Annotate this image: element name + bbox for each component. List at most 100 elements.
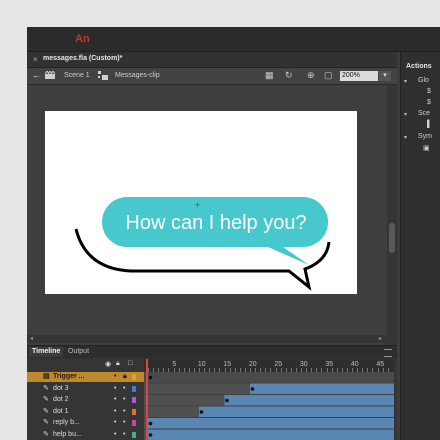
speech-bubble[interactable]: How can I help you? + (45, 111, 357, 294)
visibility-dot-icon[interactable]: • (114, 372, 116, 382)
stage-area: How can I help you? + (27, 85, 397, 365)
visibility-dot-icon[interactable]: • (114, 407, 116, 417)
pen-icon: ✎ (43, 384, 49, 392)
visibility-dot-icon[interactable]: • (114, 395, 116, 405)
ruler-label: 25 (274, 361, 283, 368)
layer-name[interactable]: Trigger ... (53, 372, 85, 382)
animate-window: An × messages.fla (Custom)* ← Scene 1 Me… (27, 27, 440, 440)
zoom-field[interactable]: 200% (340, 71, 378, 81)
edit-bar: ← Scene 1 Messages-clip ▦ ↻ ⊕ ▢ 200% ▾ (27, 68, 397, 85)
layer-row[interactable]: ▤ Trigger ... • 🔒︎ (27, 372, 144, 382)
timeline-tabs: Timeline Output (27, 346, 397, 358)
tween-span (250, 383, 394, 394)
stage-horizontal-scrollbar[interactable]: ◂ ▸ (27, 335, 387, 343)
actions-panel-title[interactable]: Actions (406, 63, 432, 70)
playhead[interactable] (146, 359, 148, 440)
layer-name[interactable]: dot 3 (53, 384, 69, 394)
lock-dot-icon[interactable]: • (123, 418, 125, 428)
lock-dot-icon[interactable]: • (123, 395, 125, 405)
panel-item-scene[interactable]: Sce (418, 110, 430, 117)
tween-span (148, 418, 394, 429)
app-bar: An (27, 27, 440, 52)
tab-output[interactable]: Output (65, 347, 92, 357)
stage[interactable]: How can I help you? + (45, 111, 357, 294)
panel-item-symbol[interactable]: Sym (418, 133, 432, 140)
ruler-label: 10 (197, 361, 206, 368)
tween-span (148, 429, 394, 440)
layer-row[interactable]: ✎ dot 2 • • (27, 395, 144, 405)
visibility-dot-icon[interactable]: • (114, 384, 116, 394)
bubble-text: How can I help you? (125, 212, 306, 234)
scene-icon (45, 71, 55, 79)
layer-color-swatch[interactable] (132, 374, 136, 380)
lock-dot-icon[interactable]: • (123, 407, 125, 417)
layer-name[interactable]: help bu... (53, 430, 82, 440)
tween-span (224, 395, 394, 406)
stage-vertical-scroll-thumb[interactable] (389, 223, 395, 253)
lock-dot-icon[interactable]: • (123, 384, 125, 394)
pen-icon: ✎ (43, 407, 49, 415)
layer-color-swatch[interactable] (132, 408, 136, 415)
layer-color-swatch[interactable] (132, 420, 136, 426)
expand-icon[interactable]: ▾ (404, 111, 407, 118)
rotate-stage-icon[interactable]: ↻ (285, 70, 293, 81)
movieclip-icon: ▣ (423, 145, 430, 152)
layer-name[interactable]: dot 2 (53, 395, 69, 405)
ruler-label: 40 (350, 361, 359, 368)
timeline-ruler[interactable]: 5 10 15 20 25 30 35 40 45 (144, 359, 394, 372)
expand-icon[interactable]: ▾ (404, 78, 407, 85)
back-arrow-icon[interactable]: ← (32, 70, 41, 80)
outline-all-icon[interactable]: □ (128, 360, 132, 367)
movieclip-icon (98, 71, 108, 80)
close-tab-icon[interactable]: × (33, 55, 38, 64)
edit-symbols-icon[interactable]: ▦ (265, 70, 274, 81)
panel-item-global[interactable]: Glo (418, 77, 429, 84)
clip-content-icon[interactable]: ▢ (324, 70, 333, 81)
layer-row[interactable]: ✎ help bu... • • (27, 430, 144, 440)
timeline-panel: Timeline Output ◉ 🔒︎ □ 5 10 15 20 25 30 35 40 45… (27, 345, 397, 440)
show-all-icon[interactable]: ◉ (105, 360, 111, 368)
document-title: messages.fla (Custom)* (43, 55, 123, 62)
pen-icon: ✎ (43, 430, 49, 438)
ruler-label: 5 (172, 361, 177, 368)
layer-name[interactable]: reply b... (53, 418, 80, 428)
visibility-dot-icon[interactable]: • (114, 418, 116, 428)
visibility-dot-icon[interactable]: • (114, 430, 116, 440)
keyframe (250, 387, 255, 391)
ruler-label: 15 (223, 361, 232, 368)
frame-row-bg (144, 372, 394, 383)
layer-row[interactable]: ✎ reply b... • • (27, 418, 144, 428)
zoom-dropdown-icon[interactable]: ▾ (379, 71, 391, 81)
lock-dot-icon[interactable]: 🔒︎ (123, 372, 127, 382)
ruler-label: 20 (248, 361, 257, 368)
ruler-label: 30 (299, 361, 308, 368)
keyframe (225, 398, 229, 403)
frame-icon: ▌ (427, 121, 432, 128)
ruler-label: 45 (376, 361, 385, 368)
scene-label[interactable]: Scene 1 (64, 72, 90, 79)
actions-panel: Actions ▾ Glo $ $ ▾ Sce ▌ ▾ Sym ▣ (400, 52, 440, 440)
clip-label[interactable]: Messages-clip (115, 72, 160, 79)
scroll-left-icon[interactable]: ◂ (30, 335, 33, 342)
lock-all-icon[interactable]: 🔒︎ (116, 360, 120, 368)
scroll-right-icon[interactable]: ▸ (379, 335, 382, 342)
layer-color-swatch[interactable] (132, 431, 136, 438)
ruler-label: 35 (325, 361, 334, 368)
keyframe (199, 410, 204, 414)
document-tab[interactable]: × messages.fla (Custom)* (27, 52, 397, 68)
tab-timeline[interactable]: Timeline (29, 347, 64, 357)
layer-color-swatch[interactable] (132, 385, 136, 392)
panel-menu-icon[interactable] (384, 349, 392, 357)
layer-row[interactable]: ✎ dot 3 • • (27, 384, 144, 394)
tween-span (199, 406, 394, 417)
lock-dot-icon[interactable]: • (123, 430, 125, 440)
frame-grid[interactable] (144, 372, 394, 440)
layer-name[interactable]: dot 1 (53, 407, 69, 417)
dollar-icon: $ (427, 99, 431, 106)
pen-icon: ✎ (43, 396, 49, 403)
expand-icon[interactable]: ▾ (404, 134, 407, 141)
app-logo: An (75, 33, 90, 45)
layer-row[interactable]: ✎ dot 1 • • (27, 407, 144, 417)
center-stage-icon[interactable]: ⊕ (307, 70, 315, 81)
layer-color-swatch[interactable] (132, 397, 136, 403)
